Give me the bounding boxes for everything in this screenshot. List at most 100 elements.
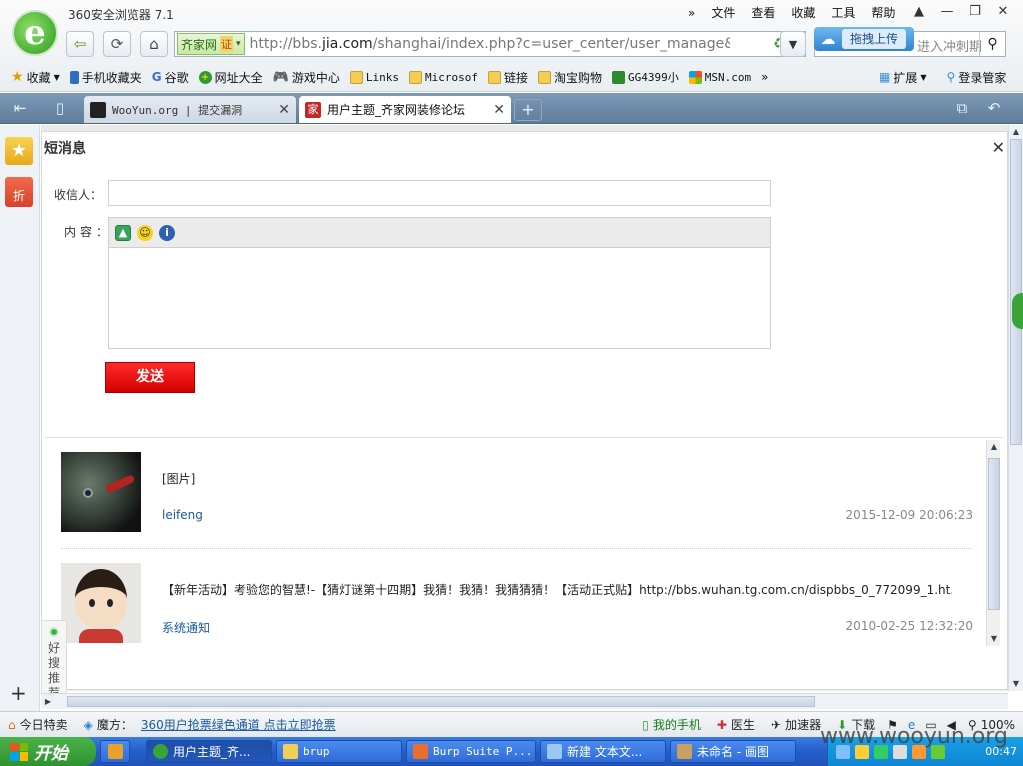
taskbar-item-notepad[interactable]: 新建 文本文... (540, 740, 666, 763)
page-horizontal-scrollbar[interactable]: ▶ (41, 693, 1008, 709)
message-subject[interactable]: [图片] (162, 470, 952, 487)
menu-favorites[interactable]: 收藏 (783, 4, 823, 22)
scroll-up-icon[interactable]: ▲ (988, 440, 1000, 454)
my-phone-button[interactable]: ▯ 我的手机 (634, 716, 709, 733)
info-icon[interactable]: i (159, 224, 175, 241)
menu-file[interactable]: 文件 (703, 4, 743, 22)
message-sender[interactable]: leifeng (162, 508, 203, 522)
message-subject[interactable]: 【新年活动】考验您的智慧!-【猜灯谜第十四期】我猜！我猜！我猜猜猜！【活动正式贴… (162, 581, 952, 598)
tab-title: WooYun.org | 提交漏洞 (112, 103, 243, 117)
bookmark-taobao[interactable]: 淘宝购物 (533, 69, 607, 86)
search-input[interactable]: 进入冲刺期 (917, 36, 981, 55)
avatar (61, 452, 141, 532)
bookmark-4399[interactable]: GG4399小 (607, 69, 684, 85)
close-tab-icon[interactable]: ✕ (278, 102, 290, 118)
list-item[interactable]: 【新年活动】考验您的智慧!-【猜灯谜第十四期】我猜！我猜！我猜猜猜！【活动正式贴… (61, 563, 973, 647)
new-tab-button[interactable]: + (514, 99, 542, 121)
left-sidebar: ★ 折 + (0, 125, 40, 711)
bookmark-msn[interactable]: MSN.com (684, 70, 756, 84)
bookmark-links-cn[interactable]: 链接 (483, 69, 533, 86)
bookmarks-bar: ★ 收藏 ▼ 手机收藏夹 G 谷歌 + 网址大全 🎮 游戏中心 Links Microso… (6, 66, 773, 88)
google-icon: G (151, 70, 162, 84)
scrollbar-thumb[interactable] (67, 696, 815, 707)
daily-deal-button[interactable]: ⌂ 今日特卖 (0, 716, 76, 733)
bookmarks-more-icon[interactable]: » (756, 70, 773, 84)
content-editor[interactable]: ▲ ☺ i (108, 217, 771, 349)
message-list-scrollbar[interactable]: ▲ ▼ (986, 440, 1000, 646)
address-dropdown-button[interactable]: ▼ (780, 31, 806, 57)
back-button[interactable]: ⇦ (66, 31, 94, 57)
message-sender[interactable]: 系统通知 (162, 619, 210, 636)
address-bar[interactable]: 齐家网 证 ▾ http://bbs.jia.com/shanghai/inde… (174, 31, 806, 57)
minimize-button[interactable]: — (933, 2, 961, 22)
scroll-up-icon[interactable]: ▲ (1010, 125, 1022, 139)
bookmark-mobile[interactable]: 手机收藏夹 (65, 69, 147, 86)
taskbar-item-paint[interactable]: 未命名 - 画图 (670, 740, 796, 763)
menu-help[interactable]: 帮助 (863, 4, 903, 22)
menu-more-icon[interactable]: » (680, 4, 703, 22)
start-button[interactable]: 开始 (0, 737, 96, 766)
ad-link[interactable]: 360用户抢票绿色通道 点击立即抢票 (141, 716, 344, 733)
insert-image-icon[interactable]: ▲ (115, 224, 131, 241)
skin-icon[interactable]: ▲ (905, 2, 933, 22)
scrollbar-thumb[interactable] (1010, 139, 1022, 445)
search-icon[interactable]: ⚲ (979, 32, 1005, 56)
bookmark-links[interactable]: Links (345, 70, 404, 84)
menu-view[interactable]: 查看 (743, 4, 783, 22)
add-sidebar-icon[interactable]: + (10, 681, 27, 705)
scroll-down-icon[interactable]: ▼ (988, 632, 1000, 646)
tab-bar: ⇤ ▯ WooYun.org | 提交漏洞 ✕ 家 用户主题_齐家网装修论坛 ✕… (0, 93, 1023, 124)
scroll-down-icon[interactable]: ▼ (1010, 677, 1022, 691)
scrollbar-thumb[interactable] (988, 458, 1000, 610)
login-manager-button[interactable]: ⚲ 登录管家 (942, 69, 1012, 86)
upload-label: 拖拽上传 (842, 29, 907, 49)
bookmark-favorites[interactable]: ★ 收藏 ▼ (6, 69, 65, 86)
bookmark-right-tools: ▦ 扩展 ▼ ⚲ 登录管家 (874, 66, 1011, 88)
home-button[interactable]: ⌂ (140, 31, 168, 57)
taskbar-item-folder[interactable]: brup (276, 740, 402, 763)
send-button[interactable]: 发送 (105, 362, 195, 393)
divider (61, 548, 973, 549)
taskbar-item-burp[interactable]: Burp Suite P... (406, 740, 536, 763)
browser-toolbar: e 360安全浏览器 7.1 » 文件 查看 收藏 工具 帮助 ▲ — ❐ ✕ … (0, 0, 1023, 92)
bookmark-hao[interactable]: + 网址大全 (194, 69, 268, 86)
recipient-input[interactable] (108, 180, 771, 206)
scroll-right-icon[interactable]: ▶ (42, 695, 54, 709)
emoji-icon[interactable]: ☺ (137, 224, 153, 241)
quicklaunch-icon[interactable] (100, 740, 130, 763)
magnifier-icon: ⚲ (946, 70, 956, 84)
editor-toolbar: ▲ ☺ i (109, 218, 770, 248)
bookmark-microsoft[interactable]: Microsof (404, 70, 483, 84)
bookmark-google[interactable]: G 谷歌 (147, 69, 194, 86)
list-item[interactable]: [图片] leifeng 2015-12-09 20:06:23 (61, 452, 973, 548)
sidebar-toggle-icon[interactable]: ⇤ (2, 93, 38, 123)
watermark: www.wooyun.org (820, 724, 1008, 749)
site-badge[interactable]: 齐家网 证 ▾ (177, 33, 245, 55)
side-widget-icon[interactable] (1012, 293, 1023, 329)
msn-icon (688, 70, 702, 84)
magic-cube[interactable]: ◈ 魔方： (76, 716, 141, 733)
page-icon[interactable]: ▯ (42, 93, 78, 123)
doctor-button[interactable]: ✚ 医生 (709, 716, 763, 733)
tab-active[interactable]: 家 用户主题_齐家网装修论坛 ✕ (299, 96, 511, 123)
extension-button[interactable]: ▦ 扩展 ▼ (874, 69, 932, 86)
discount-button[interactable]: 折 (5, 177, 33, 207)
url-text[interactable]: http://bbs.jia.com/shanghai/index.php?c=… (250, 36, 730, 52)
refresh-button[interactable]: ⟳ (103, 31, 131, 57)
windows-logo-icon (10, 742, 28, 761)
bookmark-games[interactable]: 🎮 游戏中心 (268, 69, 345, 86)
favorites-star-icon[interactable]: ★ (5, 137, 33, 165)
close-tab-icon[interactable]: ✕ (493, 102, 505, 118)
menu-tools[interactable]: 工具 (823, 4, 863, 22)
undo-close-icon[interactable]: ↶ (976, 93, 1012, 123)
close-dialog-icon[interactable]: ✕ (992, 138, 1005, 157)
message-dialog: 短消息 ✕ 收信人： 内容： ▲ ☺ i 发送 [图片] leifeng 201… (41, 131, 1008, 690)
taskbar-item-browser[interactable]: 用户主题_齐... (146, 740, 272, 763)
window-list-icon[interactable]: ⧉ (944, 93, 980, 123)
restore-button[interactable]: ❐ (961, 2, 989, 22)
tab-wooyun[interactable]: WooYun.org | 提交漏洞 ✕ (84, 96, 296, 123)
upload-button[interactable]: ☁ 拖拽上传 (814, 27, 914, 51)
close-window-button[interactable]: ✕ (989, 2, 1017, 22)
doctor-icon: ✚ (716, 717, 727, 732)
page-vertical-scrollbar[interactable]: ▲ ▼ (1008, 125, 1023, 691)
